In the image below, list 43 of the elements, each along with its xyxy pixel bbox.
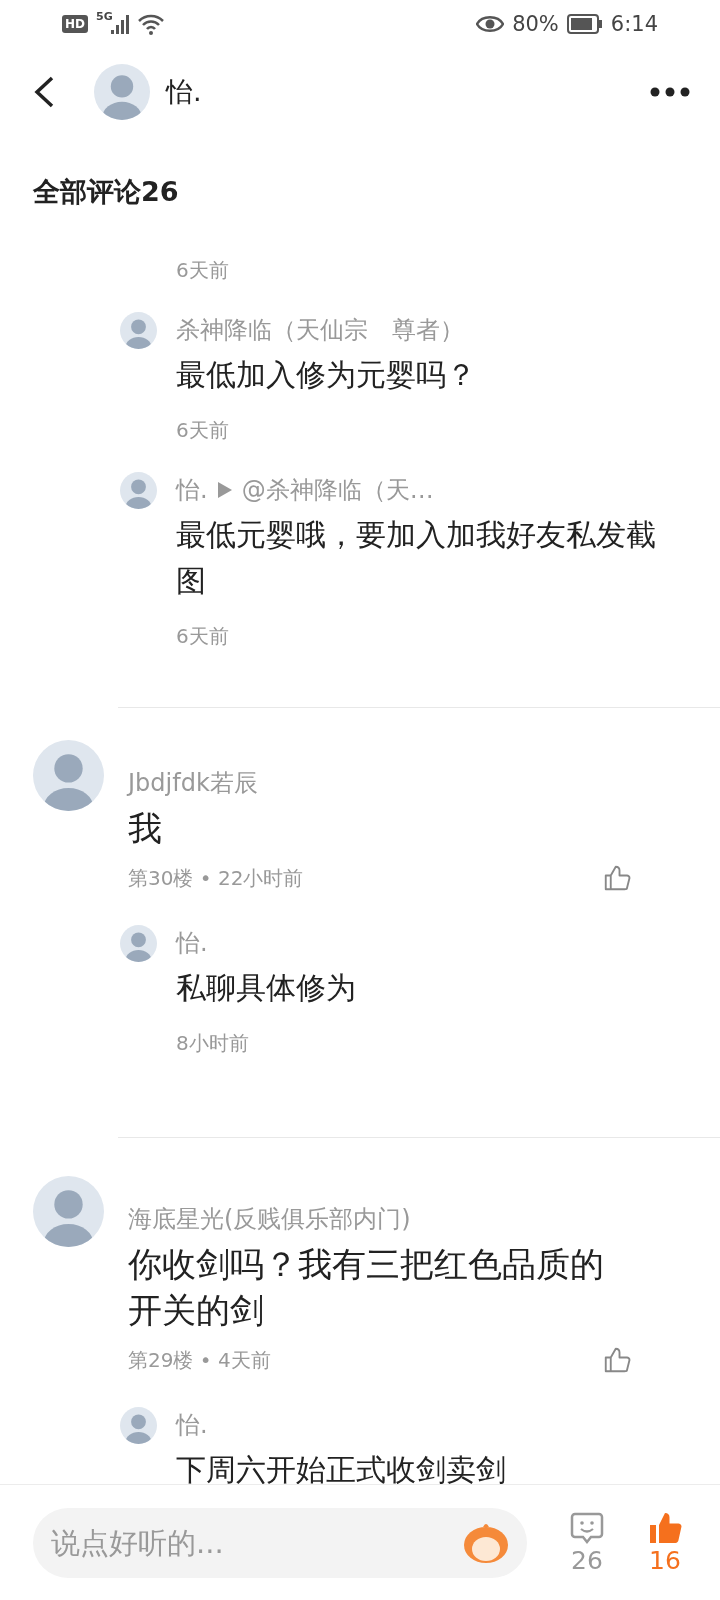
avatar[interactable] — [120, 925, 157, 962]
avatar[interactable] — [120, 312, 157, 349]
reply-time: 8小时前 — [176, 1030, 250, 1057]
comment-count: 26 — [571, 1546, 603, 1575]
reply-text: 私聊具体修为 — [176, 969, 357, 1007]
reply-author[interactable]: 杀神降临（天仙宗 尊者） — [176, 314, 464, 346]
reply-author[interactable]: 怡. — [176, 927, 208, 959]
comment-text: 我 — [128, 807, 163, 850]
reply-time: 6天前 — [176, 417, 230, 444]
reply-author[interactable]: 怡. — [176, 1409, 208, 1441]
battery-percent: 80% — [512, 12, 559, 36]
comment-author[interactable]: 海底星光(反贱俱乐部内门) — [128, 1201, 720, 1237]
wifi-icon — [136, 13, 165, 35]
avatar[interactable] — [94, 64, 150, 120]
reply-text: 下周六开始正式收剑卖剑 — [176, 1451, 507, 1484]
comment-input[interactable]: 说点好听的... — [33, 1507, 527, 1578]
like-count: 16 — [649, 1546, 681, 1575]
battery-icon — [566, 14, 603, 34]
clock: 6:14 — [610, 12, 658, 36]
thumbs-up-icon[interactable] — [602, 863, 632, 893]
more-icon[interactable] — [650, 87, 690, 97]
comment-text: 你收剑吗？我有三把红色品质的开关的剑 — [128, 1243, 605, 1332]
play-icon — [217, 482, 232, 498]
network-type: 5G — [96, 10, 113, 23]
thumbs-up-icon[interactable] — [647, 1510, 683, 1546]
signal-icon — [110, 14, 129, 34]
reply-time: 6天前 — [176, 257, 230, 284]
reply-author[interactable]: 怡. — [176, 474, 208, 506]
reply-text: 最低加入修为元婴吗？ — [176, 356, 477, 394]
eye-icon — [476, 14, 505, 34]
avatar[interactable] — [120, 472, 157, 509]
reply-time: 6天前 — [176, 623, 230, 650]
comment-meta: 第30楼 • 22小时前 — [128, 864, 304, 892]
avatar[interactable] — [120, 1407, 157, 1444]
reply-text: 最低元婴哦，要加入加我好友私发截图 — [176, 516, 657, 600]
user-name[interactable]: 怡. — [166, 74, 202, 110]
reply-target[interactable]: @杀神降临（天… — [241, 474, 434, 506]
thumbs-up-icon[interactable] — [602, 1345, 632, 1375]
hd-icon: HD — [62, 15, 88, 33]
comment-author[interactable]: Jbdjfdk若辰 — [128, 765, 720, 801]
section-title: 全部评论26 — [32, 175, 180, 209]
comment-icon[interactable] — [569, 1510, 605, 1546]
comment-meta: 第29楼 • 4天前 — [128, 1346, 271, 1374]
